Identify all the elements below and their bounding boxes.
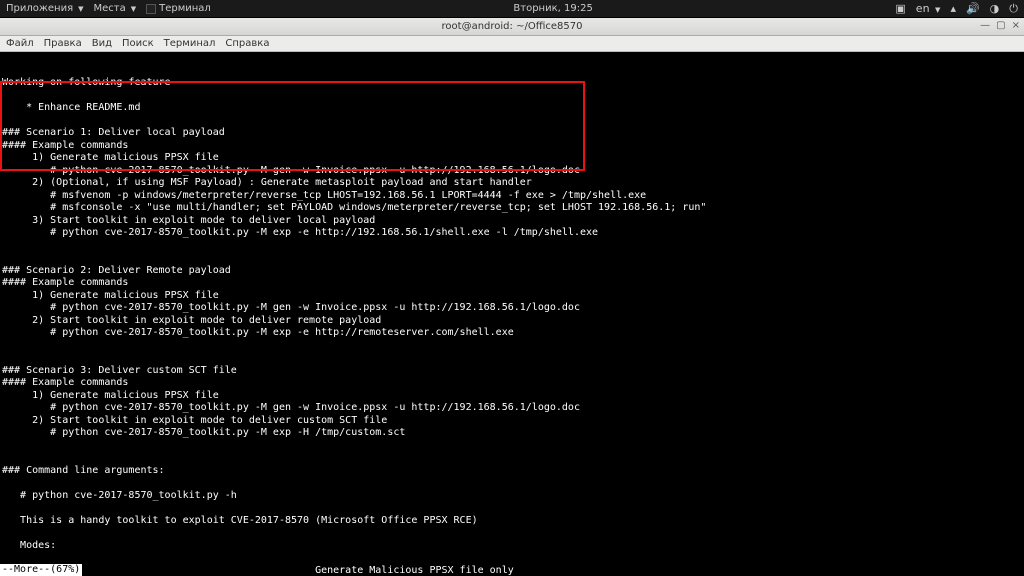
network-icon[interactable]: ▴ [950,2,956,15]
menu-terminal[interactable]: Терминал [164,38,216,49]
gnome-top-panel: Приложения ▼ Места ▼ Терминал Вторник, 19:… [0,0,1024,18]
volume-icon[interactable]: 🔊 [966,2,980,15]
battery-icon[interactable]: ◑ [990,2,1000,15]
panel-places-label: Места [93,3,125,14]
panel-applications-menu[interactable]: Приложения ▼ [6,3,83,14]
terminal-menubar: Файл Правка Вид Поиск Терминал Справка [0,36,1024,52]
menu-file[interactable]: Файл [6,38,34,49]
panel-applications-label: Приложения [6,3,73,14]
camera-icon[interactable]: ▣ [895,2,905,15]
terminal-viewport[interactable]: Working on following feature * Enhance R… [0,52,1024,576]
menu-search[interactable]: Поиск [122,38,154,49]
window-maximize-button[interactable]: ▢ [996,20,1005,31]
menu-edit[interactable]: Правка [44,38,82,49]
chevron-down-icon: ▼ [935,6,940,14]
panel-places-menu[interactable]: Места ▼ [93,3,136,14]
menu-help[interactable]: Справка [225,38,269,49]
window-minimize-button[interactable]: — [980,20,990,31]
terminal-icon [146,4,156,14]
chevron-down-icon: ▼ [78,5,83,13]
panel-app-label: Терминал [159,3,211,14]
chevron-down-icon: ▼ [131,5,136,13]
panel-app-button-terminal[interactable]: Терминал [146,3,211,14]
terminal-output: Working on following feature * Enhance R… [2,77,1024,576]
panel-clock[interactable]: Вторник, 19:25 [513,3,592,14]
keyboard-layout-indicator[interactable]: en ▼ [916,2,941,15]
menu-view[interactable]: Вид [92,38,112,49]
window-title: root@android: ~/Office8570 [442,21,583,32]
power-icon[interactable]: ⏻ [1009,2,1018,16]
window-titlebar[interactable]: root@android: ~/Office8570 — ▢ × [0,18,1024,36]
pager-more-indicator[interactable]: --More--(67%) [0,564,82,576]
keyboard-layout-label: en [916,2,930,15]
window-close-button[interactable]: × [1012,20,1020,31]
